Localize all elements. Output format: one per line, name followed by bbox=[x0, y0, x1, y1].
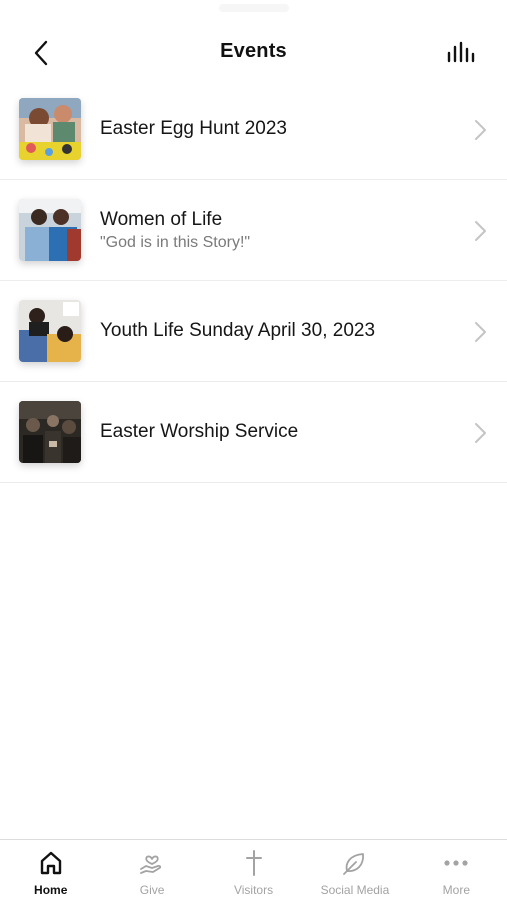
audio-button[interactable] bbox=[445, 38, 479, 68]
tab-label: Visitors bbox=[233, 883, 274, 897]
tab-label: Social Media bbox=[320, 883, 390, 897]
tab-visitors[interactable]: Visitors bbox=[203, 840, 304, 900]
chevron-right-icon bbox=[475, 221, 486, 241]
event-text: Easter Egg Hunt 2023 bbox=[100, 79, 457, 179]
event-subtitle: "God is in this Story!" bbox=[100, 233, 251, 251]
page-title: Events bbox=[220, 40, 287, 62]
event-title: Women of Life bbox=[100, 208, 223, 230]
chevron-right-icon bbox=[475, 120, 486, 140]
event-row-women-of-life[interactable]: Women of Life "God is in this Story!" bbox=[0, 180, 507, 281]
chevron-right-icon bbox=[475, 423, 486, 443]
tab-give[interactable]: Give bbox=[101, 840, 202, 900]
event-title: Easter Worship Service bbox=[100, 421, 299, 442]
tab-label: Give bbox=[139, 883, 165, 897]
event-text: Easter Worship Service bbox=[100, 382, 457, 482]
tab-label: More bbox=[442, 883, 470, 897]
tab-label: Home bbox=[34, 883, 68, 897]
tab-social-media[interactable]: Social Media bbox=[304, 840, 405, 900]
tab-home[interactable]: Home bbox=[0, 840, 101, 900]
cross-icon bbox=[240, 849, 268, 877]
event-text: Women of Life "God is in this Story!" bbox=[100, 180, 457, 280]
event-text: Youth Life Sunday April 30, 2023 bbox=[100, 281, 457, 381]
give-hand-heart-icon bbox=[138, 849, 166, 877]
status-indicator bbox=[218, 4, 289, 12]
nav-header: Events bbox=[0, 28, 507, 76]
event-thumbnail bbox=[19, 98, 81, 160]
event-row-easter-egg-hunt[interactable]: Easter Egg Hunt 2023 bbox=[0, 79, 507, 180]
events-list: Easter Egg Hunt 2023 Women of Life "God … bbox=[0, 79, 507, 483]
home-icon bbox=[37, 849, 65, 877]
audio-bars-icon bbox=[447, 41, 475, 63]
event-row-easter-worship-service[interactable]: Easter Worship Service bbox=[0, 382, 507, 483]
more-dots-icon bbox=[442, 849, 470, 877]
event-title: Youth Life Sunday April 30, 2023 bbox=[100, 320, 376, 341]
event-thumbnail bbox=[19, 401, 81, 463]
leaf-icon bbox=[341, 849, 369, 877]
event-row-youth-life-sunday[interactable]: Youth Life Sunday April 30, 2023 bbox=[0, 281, 507, 382]
chevron-right-icon bbox=[475, 322, 486, 342]
event-title: Easter Egg Hunt 2023 bbox=[100, 118, 287, 139]
event-thumbnail bbox=[19, 199, 81, 261]
event-thumbnail bbox=[19, 300, 81, 362]
tab-more[interactable]: More bbox=[406, 840, 507, 900]
bottom-tab-bar: Home Give Visitors Social Media More bbox=[0, 839, 507, 900]
